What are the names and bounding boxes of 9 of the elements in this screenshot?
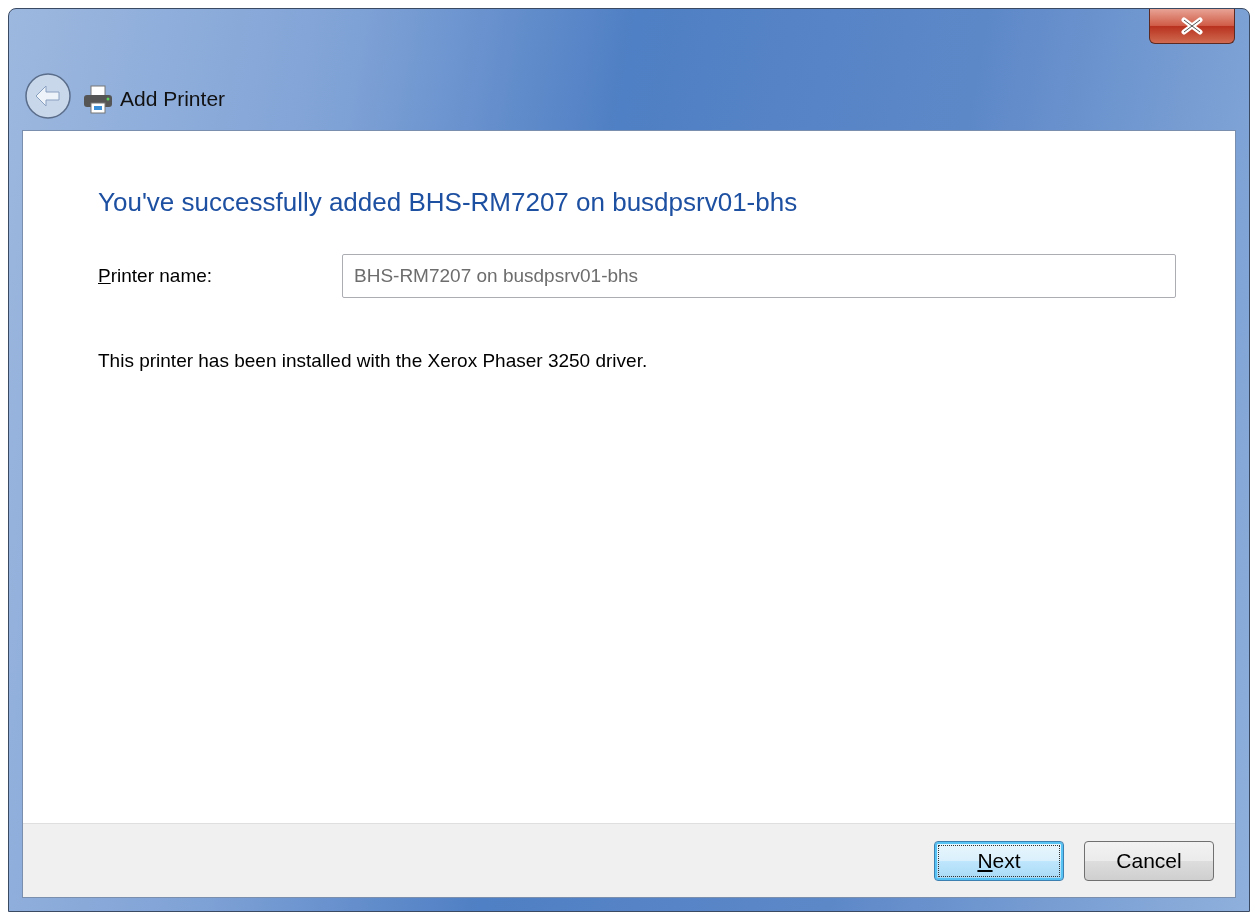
success-heading: You've successfully added BHS-RM7207 on busdpsrv01-bhs xyxy=(98,187,799,218)
driver-message: This printer has been installed with the Xerox Phaser 3250 driver. xyxy=(98,350,649,372)
close-button[interactable] xyxy=(1149,9,1235,44)
close-icon xyxy=(1180,17,1204,35)
window-title: Add Printer xyxy=(120,87,226,111)
printer-icon xyxy=(82,84,114,114)
printer-name-label: Printer name: xyxy=(98,265,214,287)
next-button[interactable]: Next xyxy=(934,840,1064,881)
cancel-button[interactable]: Cancel xyxy=(1084,840,1214,881)
